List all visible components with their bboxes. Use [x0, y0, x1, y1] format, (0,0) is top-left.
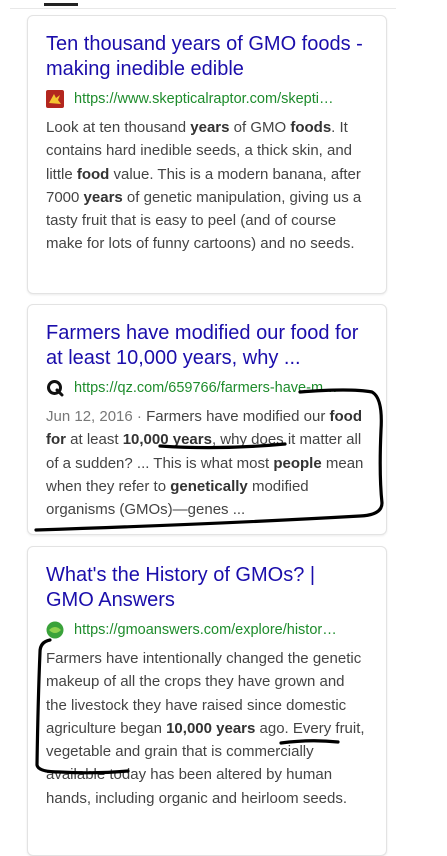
top-tab-bar — [0, 0, 447, 9]
quartz-q-icon — [46, 379, 64, 397]
search-result-card: What's the History of GMOs? | GMO Answer… — [27, 546, 387, 856]
snippet-highlight: foods — [290, 119, 332, 136]
snippet-highlight: years — [83, 188, 123, 206]
result-title-link[interactable]: Ten thousand years of GMO foods - making… — [46, 32, 368, 82]
active-tab-indicator — [44, 3, 78, 6]
result-title-link[interactable]: What's the History of GMOs? | GMO Answer… — [46, 563, 368, 613]
snippet-text: Farmers have modified our — [146, 408, 330, 425]
result-url: https://qz.com/659766/farmers-have-m… — [74, 380, 338, 396]
result-date: Jun 12, 2016 — [46, 408, 133, 425]
result-url-row[interactable]: https://www.skepticalraptor.com/skepti… — [46, 88, 368, 110]
top-divider — [10, 8, 396, 9]
snippet-highlight: people — [273, 454, 322, 472]
gmo-answers-icon — [46, 621, 64, 639]
result-snippet: Look at ten thousand years of GMO foods.… — [46, 116, 368, 256]
result-url-row[interactable]: https://gmoanswers.com/explore/histor… — [46, 619, 368, 641]
result-snippet: Jun 12, 2016 · Farmers have modified our… — [46, 408, 364, 519]
snippet-highlight: 10,000 years — [122, 431, 212, 449]
snippet-highlight: food — [76, 165, 110, 183]
result-title-link[interactable]: Farmers have modified our food for at le… — [46, 321, 368, 371]
result-snippet: Farmers have intentionally changed the g… — [46, 647, 368, 810]
result-url: https://gmoanswers.com/explore/histor… — [74, 622, 337, 638]
snippet-text: of GMO — [229, 119, 291, 136]
search-result-card: Farmers have modified our food for at le… — [27, 304, 387, 535]
snippet-highlight: genetically — [170, 477, 248, 495]
snippet-text: Look at ten thousand — [46, 119, 191, 136]
result-url: https://www.skepticalraptor.com/skepti… — [74, 91, 334, 107]
result-url-row[interactable]: https://qz.com/659766/farmers-have-m… — [46, 377, 368, 399]
snippet-highlight: 10,000 years — [166, 719, 256, 737]
search-result-card: Ten thousand years of GMO foods - making… — [27, 15, 387, 294]
snippet-highlight: years — [190, 119, 230, 136]
skeptical-raptor-icon — [46, 90, 64, 108]
snippet-text: at least — [66, 431, 123, 449]
